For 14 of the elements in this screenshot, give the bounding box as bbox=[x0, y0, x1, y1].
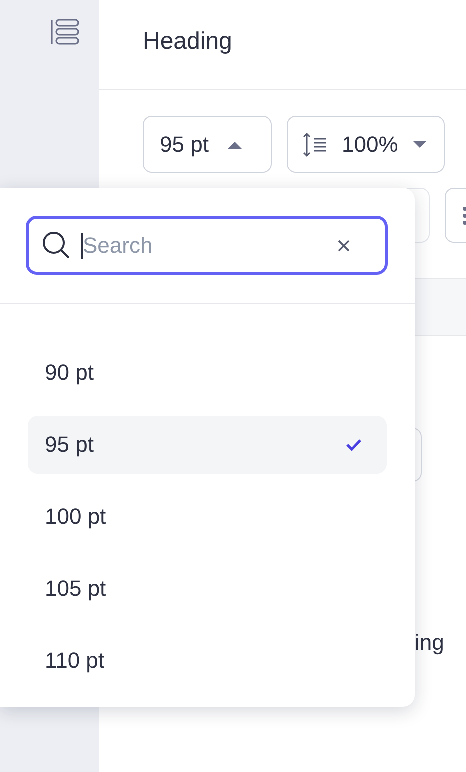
dropdown-option[interactable]: 90 pt bbox=[28, 344, 387, 402]
dropdown-option[interactable]: 110 pt bbox=[28, 632, 387, 690]
dropdown-option[interactable]: 100 pt bbox=[28, 488, 387, 546]
line-spacing-icon bbox=[302, 132, 328, 158]
panel-title: Heading bbox=[143, 28, 232, 56]
dropdown-option[interactable]: 95 pt bbox=[28, 416, 387, 474]
search-field[interactable]: Search bbox=[26, 216, 388, 275]
option-label: ing bbox=[415, 630, 444, 655]
font-size-dropdown[interactable]: 95 pt bbox=[143, 116, 272, 173]
line-spacing-dropdown[interactable]: 100% bbox=[287, 116, 446, 173]
dropdown-option[interactable]: 105 pt bbox=[28, 560, 387, 618]
checkmark-icon bbox=[346, 439, 362, 451]
panel-toggle-icon[interactable] bbox=[50, 19, 80, 45]
clear-icon[interactable] bbox=[337, 238, 351, 252]
